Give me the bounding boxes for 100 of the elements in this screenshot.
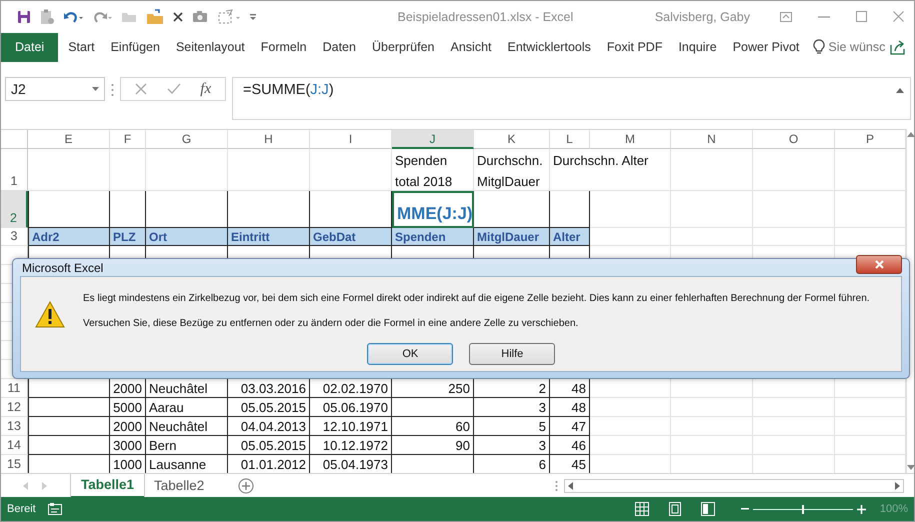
collapse-icon[interactable] <box>896 88 904 94</box>
ribbon-tab[interactable]: Ansicht <box>442 32 500 62</box>
redo-icon[interactable] <box>92 10 112 24</box>
table-cell: Durchschn. Alter <box>550 149 671 192</box>
table-cell: 12.10.1971 <box>310 417 392 436</box>
table-cell: Aarau <box>146 398 228 418</box>
ribbon-tab[interactable]: Inquire <box>670 32 725 62</box>
sheet-tab[interactable]: Tabelle2 <box>144 474 214 498</box>
column-header[interactable]: P <box>835 130 906 150</box>
scroll-right-icon[interactable] <box>895 482 900 490</box>
sheet-tab[interactable]: Tabelle1 <box>71 474 144 498</box>
close-button[interactable] <box>856 255 902 274</box>
row-header[interactable]: 14 <box>1 436 28 456</box>
minimize-icon[interactable] <box>818 16 830 18</box>
ribbon-tab[interactable]: Daten <box>314 32 364 62</box>
user-name: Salvisberg, Gaby <box>654 10 750 24</box>
zoom-in-icon[interactable] <box>856 504 866 514</box>
dialog-button[interactable]: Hilfe <box>469 343 556 365</box>
table-cell: 5000 <box>110 398 146 418</box>
column-header[interactable]: E <box>28 130 110 150</box>
scroll-up-icon[interactable] <box>907 132 915 138</box>
name-box[interactable]: J2 <box>5 77 105 102</box>
insert-function-button[interactable]: fx <box>200 80 212 98</box>
column-header[interactable]: J <box>392 130 474 150</box>
clipboard-icon[interactable] <box>40 8 54 25</box>
page-layout-icon[interactable] <box>668 502 681 516</box>
undo-icon[interactable] <box>63 10 83 24</box>
tell-me-field[interactable]: Sie wünsc <box>828 40 890 54</box>
close-icon[interactable] <box>173 12 183 22</box>
column-header[interactable]: F <box>110 130 146 150</box>
column-heading: PLZ <box>110 228 146 246</box>
dropdown-icon[interactable] <box>92 87 99 92</box>
table-cell: Durchschn. MitglDauer <box>474 149 550 192</box>
row-header[interactable]: 2 <box>1 191 28 228</box>
ribbon-tab[interactable]: Seitenlayout <box>168 32 253 62</box>
table-cell: 05.05.2015 <box>228 398 310 418</box>
column-header[interactable]: G <box>146 130 228 150</box>
slider-thumb[interactable] <box>802 504 804 514</box>
macro-record-icon[interactable] <box>48 503 62 516</box>
table-cell: 46 <box>550 436 590 456</box>
dialog-button[interactable]: OK <box>367 343 454 365</box>
column-header[interactable]: I <box>310 130 392 150</box>
column-header[interactable]: M <box>590 130 671 150</box>
status-text: Bereit <box>7 503 36 516</box>
table-cell: 10.12.1972 <box>310 436 392 456</box>
page-break-icon[interactable] <box>700 502 715 516</box>
window-title: Beispieladressen01.xlsx - Excel <box>396 10 574 24</box>
scroll-left-icon[interactable] <box>568 482 573 490</box>
camera-icon[interactable] <box>192 10 208 24</box>
column-heading: Ort <box>146 228 228 246</box>
lightbulb-icon[interactable] <box>813 39 826 56</box>
dialog-message: Es liegt mindestens ein Zirkelbezug vor, bei dem sich eine Formel direkt oder indirekt auf die eigene Zelle bezieht. Dies kann zu einer fehlerhaften Berechnung der Formel führen. <box>83 293 870 304</box>
row-header[interactable]: 13 <box>1 417 28 436</box>
table-cell <box>110 149 146 192</box>
folder-icon[interactable] <box>146 8 164 25</box>
cell-editor[interactable]: MME(J:J) <box>392 191 474 228</box>
column-header[interactable]: K <box>474 130 550 150</box>
ribbon-tab[interactable]: Power Pivot <box>724 32 808 62</box>
table-cell: 05.06.1970 <box>310 398 392 418</box>
share-icon[interactable] <box>890 40 906 55</box>
table-cell: Neuchâtel <box>146 417 228 436</box>
column-header[interactable]: H <box>228 130 310 150</box>
column-header[interactable]: L <box>550 130 590 150</box>
file-tab[interactable]: Datei <box>1 32 58 62</box>
scroll-down-icon[interactable] <box>907 465 915 470</box>
maximize-icon[interactable] <box>856 11 867 22</box>
ribbon-tab[interactable]: Überprüfen <box>364 32 443 62</box>
cancel-icon[interactable] <box>134 83 147 96</box>
warning-icon[interactable] <box>35 301 65 328</box>
column-header[interactable]: N <box>671 130 753 150</box>
zoom-out-icon[interactable] <box>740 508 749 510</box>
ribbon-tab[interactable]: Entwicklertools <box>500 32 599 62</box>
ribbon-tab[interactable]: Foxit PDF <box>598 32 670 62</box>
table-cell: Bern <box>146 436 228 456</box>
ribbon-display-icon[interactable] <box>780 12 792 22</box>
column-heading: Eintritt <box>228 228 310 246</box>
caret-icon[interactable] <box>250 12 256 21</box>
formula-field[interactable]: =SUMME(J:J) <box>243 82 334 120</box>
table-cell: Spenden total 2018 <box>392 149 474 192</box>
ribbon-tab[interactable]: Formeln <box>252 32 315 62</box>
row-header[interactable]: 12 <box>1 398 28 418</box>
table-cell: 2000 <box>110 417 146 436</box>
ribbon-tab[interactable]: Start <box>60 32 103 62</box>
column-heading: GebDat <box>310 228 392 246</box>
ribbon-tab[interactable]: Einfügen <box>102 32 168 62</box>
table-cell: 90 <box>392 436 474 456</box>
selection-icon[interactable] <box>217 8 241 25</box>
grip-icon <box>111 83 114 98</box>
table-cell: 5 <box>474 417 550 436</box>
check-icon[interactable] <box>166 83 181 96</box>
table-cell: 3 <box>474 436 550 456</box>
add-sheet-icon[interactable] <box>238 478 254 494</box>
column-heading: Adr2 <box>28 228 110 246</box>
horizontal-scrollbar[interactable] <box>564 478 904 493</box>
grip-icon <box>555 480 558 492</box>
column-heading: MitglDauer <box>474 228 550 246</box>
column-header[interactable]: O <box>753 130 835 150</box>
table-cell: 3000 <box>110 436 146 456</box>
normal-view-icon[interactable] <box>634 502 649 516</box>
column-heading: Spenden <box>392 228 474 246</box>
